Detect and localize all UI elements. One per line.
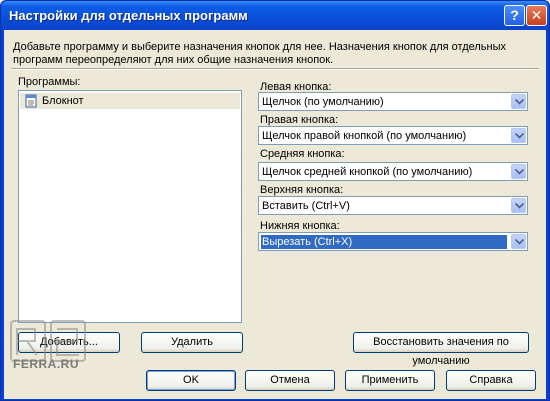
watermark-text: FERRA.RU (13, 357, 79, 371)
middle-button-label: Средняя кнопка: (260, 148, 345, 160)
dialog-window: Настройки для отдельных программ ? ✕ Доб… (0, 0, 550, 401)
lower-button-select[interactable]: Вырезать (Ctrl+X) (258, 232, 528, 251)
title-bar[interactable]: Настройки для отдельных программ ? ✕ (1, 1, 549, 30)
chevron-down-icon[interactable] (511, 234, 526, 249)
chevron-down-icon[interactable] (511, 164, 526, 179)
upper-button-label: Верхняя кнопка: (260, 184, 344, 196)
apply-button[interactable]: Применить (345, 370, 435, 391)
lower-button-label: Нижняя кнопка: (260, 220, 340, 232)
chevron-down-icon[interactable] (511, 94, 526, 109)
cancel-button[interactable]: Отмена (245, 370, 335, 391)
upper-button-select[interactable]: Вставить (Ctrl+V) (258, 196, 528, 215)
programs-label: Программы: (18, 76, 81, 88)
left-button-select[interactable]: Щелчок (по умолчанию) (258, 92, 528, 111)
lower-button-value: Вырезать (Ctrl+X) (261, 235, 507, 249)
notepad-icon (24, 94, 38, 108)
remove-program-button[interactable]: Удалить (141, 332, 243, 353)
right-button-label: Правая кнопка: (260, 114, 339, 126)
right-button-value: Щелчок правой кнопкой (по умолчанию) (262, 130, 467, 142)
chevron-down-icon[interactable] (511, 198, 526, 213)
description-text: Добавьте программу и выберите назначения… (13, 41, 507, 66)
window-title: Настройки для отдельных программ (9, 8, 248, 23)
right-button-select[interactable]: Щелчок правой кнопкой (по умолчанию) (258, 126, 528, 145)
chevron-down-icon[interactable] (511, 128, 526, 143)
restore-defaults-button[interactable]: Восстановить значения по умолчанию (353, 332, 529, 367)
middle-button-value: Щелчок средней кнопкой (по умолчанию) (262, 166, 473, 178)
upper-button-value: Вставить (Ctrl+V) (262, 200, 350, 212)
ok-button[interactable]: OK (146, 370, 236, 391)
close-button[interactable]: ✕ (526, 5, 547, 26)
list-item-notepad[interactable]: Блокнот (20, 93, 240, 109)
help-title-button[interactable]: ? (504, 5, 525, 26)
middle-button-select[interactable]: Щелчок средней кнопкой (по умолчанию) (258, 162, 528, 181)
r2-logo-watermark (10, 320, 86, 362)
programs-list[interactable]: Блокнот (18, 90, 242, 323)
help-button[interactable]: Справка (446, 370, 536, 391)
list-item-label: Блокнот (42, 95, 84, 107)
separator (11, 68, 539, 70)
left-button-value: Щелчок (по умолчанию) (262, 96, 384, 108)
